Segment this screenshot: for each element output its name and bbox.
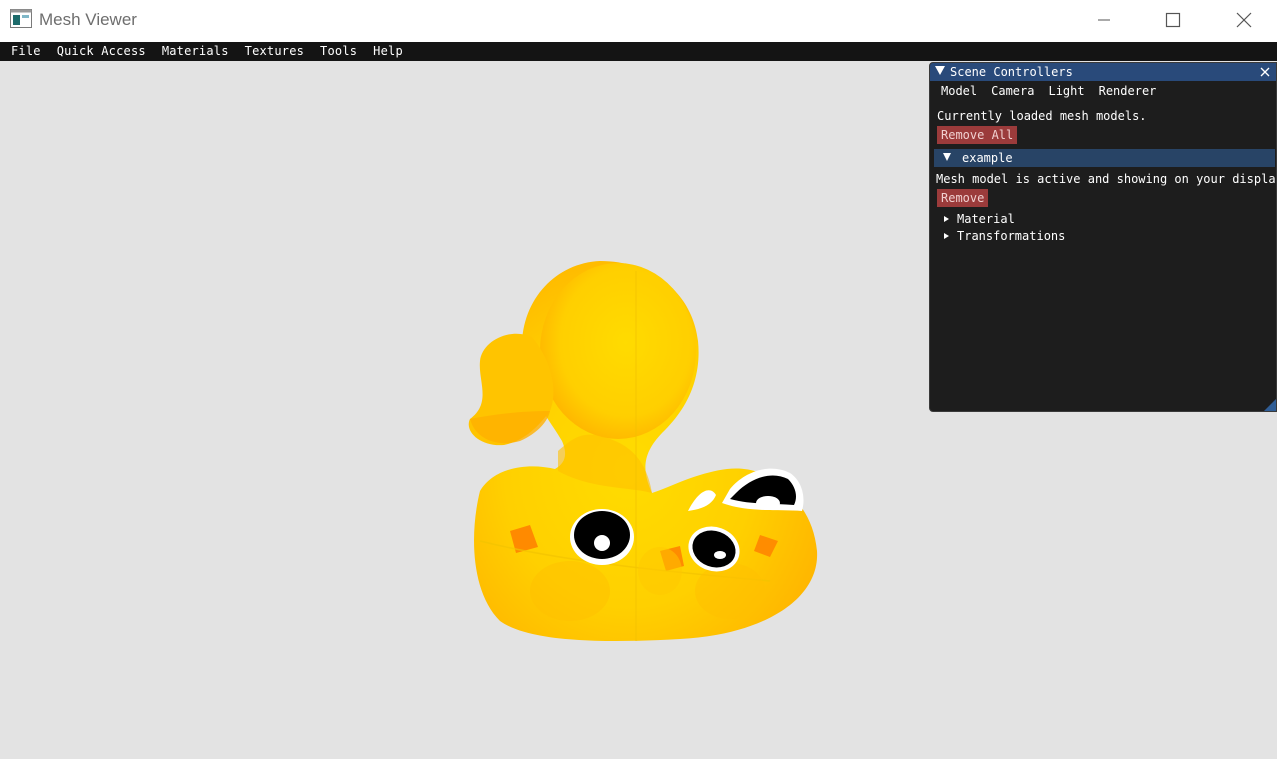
tree-item-material-label: Material (957, 212, 1015, 226)
minimize-icon (1098, 19, 1110, 21)
panel-close-icon[interactable] (1258, 65, 1272, 79)
duck-mesh[interactable] (440, 241, 840, 661)
title-bar: Mesh Viewer (0, 0, 1277, 42)
close-icon (1236, 12, 1252, 28)
expand-triangle-icon (943, 153, 951, 161)
menu-tools[interactable]: Tools (312, 42, 365, 61)
model-active-text: Mesh model is active and showing on your… (936, 172, 1277, 186)
menu-help[interactable]: Help (365, 42, 411, 61)
window-title: Mesh Viewer (39, 10, 137, 29)
tree-arrow-icon (944, 216, 949, 222)
tab-model[interactable]: Model (934, 81, 984, 101)
menu-materials[interactable]: Materials (154, 42, 237, 61)
menu-quick-access[interactable]: Quick Access (49, 42, 154, 61)
tree-item-material[interactable]: Material (944, 212, 1015, 226)
tab-camera[interactable]: Camera (984, 81, 1041, 101)
close-button[interactable] (1221, 0, 1267, 40)
remove-button[interactable]: Remove (937, 189, 989, 207)
panel-title-bar[interactable]: Scene Controllers (930, 63, 1276, 81)
model-header-example[interactable]: example (934, 149, 1275, 167)
tree-item-transformations[interactable]: Transformations (944, 229, 1065, 243)
remove-all-button[interactable]: Remove All (937, 126, 1018, 144)
menu-textures[interactable]: Textures (237, 42, 312, 61)
panel-tab-bar: Model Camera Light Renderer (930, 81, 1276, 101)
tree-arrow-icon (944, 233, 949, 239)
resize-grip-icon[interactable] (1264, 399, 1276, 411)
loaded-models-text: Currently loaded mesh models. (937, 109, 1147, 123)
tab-light[interactable]: Light (1041, 81, 1091, 101)
menu-bar: File Quick Access Materials Textures Too… (0, 42, 1277, 61)
tab-renderer[interactable]: Renderer (1092, 81, 1164, 101)
menu-file[interactable]: File (3, 42, 49, 61)
app-window-icon (10, 9, 32, 28)
tree-item-transformations-label: Transformations (957, 229, 1066, 243)
panel-title: Scene Controllers (950, 65, 1073, 79)
maximize-button[interactable] (1150, 0, 1196, 40)
minimize-button[interactable] (1081, 0, 1127, 40)
collapse-triangle-icon[interactable] (935, 66, 945, 75)
maximize-icon (1165, 12, 1181, 28)
scene-controllers-panel: Scene Controllers Model Camera Light Ren… (929, 62, 1277, 412)
model-name: example (962, 151, 1013, 165)
